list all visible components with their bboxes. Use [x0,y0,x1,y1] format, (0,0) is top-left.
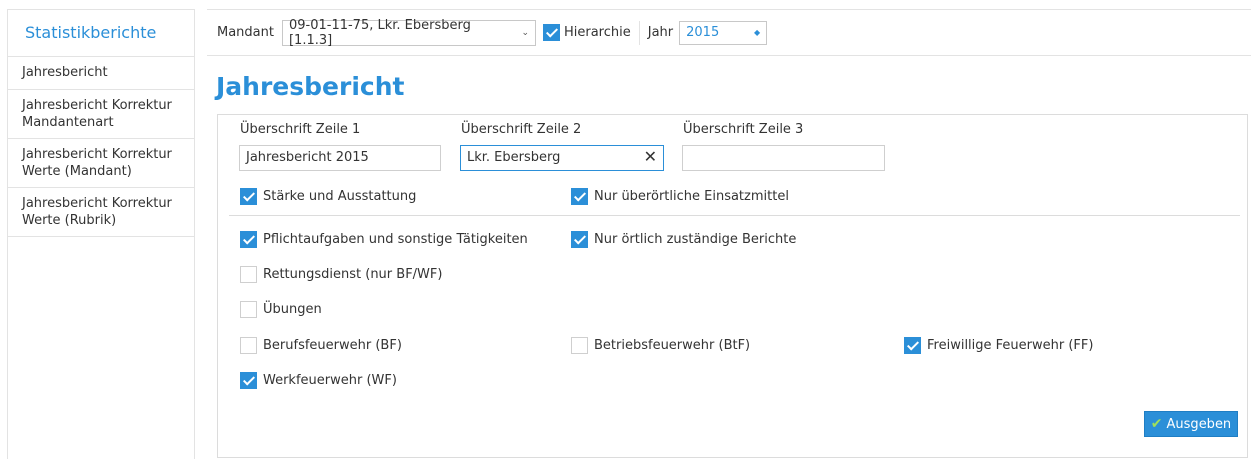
sidebar-title: Statistikberichte [8,10,194,57]
checkbox[interactable] [240,372,257,389]
jahr-select[interactable]: 2015 ◆ [679,20,768,45]
chevron-down-icon: ⌄ [521,27,529,38]
checkbox[interactable] [240,337,257,354]
page-title: Jahresbericht [216,72,405,101]
headline2-input[interactable]: Lkr. Ebersberg ✕ [460,145,664,171]
check-label: Stärke und Ausstattung [263,189,417,204]
check-label: Freiwillige Feuerwehr (FF) [927,338,1094,353]
headline2-label: Überschrift Zeile 2 [461,122,582,137]
jahr-label: Jahr [647,25,674,40]
check-label: Pflichtaufgaben und sonstige Tätigkeiten [263,232,528,247]
jahr-value: 2015 [686,25,720,40]
check-oertlich[interactable]: Nur örtlich zuständige Berichte [571,231,796,248]
check-label: Übungen [263,302,322,317]
check-label: Betriebsfeuerwehr (BtF) [594,338,751,353]
checkbox[interactable] [571,188,588,205]
checkbox[interactable] [240,301,257,318]
checkmark-icon: ✔ [1150,416,1163,432]
headline1-label: Überschrift Zeile 1 [240,122,361,137]
ausgeben-label: Ausgeben [1166,416,1232,432]
sidebar: Statistikberichte Jahresbericht Jahresbe… [7,9,195,459]
toolbar: Mandant 09-01-11-75, Lkr. Ebersberg [1.1… [207,9,1251,56]
sidebar-item-korrektur-mandantenart[interactable]: Jahresbericht Korrektur Mandantenart [8,90,194,139]
clear-icon[interactable]: ✕ [644,145,657,169]
report-form-panel: Überschrift Zeile 1 Jahresbericht 2015 Ü… [217,114,1248,458]
check-wf[interactable]: Werkfeuerwehr (WF) [240,372,397,389]
headline1-input[interactable]: Jahresbericht 2015 [239,145,441,171]
check-btf[interactable]: Betriebsfeuerwehr (BtF) [571,337,750,354]
mandant-value: 09-01-11-75, Lkr. Ebersberg [1.1.3] [288,17,471,48]
check-label: Werkfeuerwehr (WF) [263,373,397,388]
check-label: Nur überörtliche Einsatzmittel [594,189,789,204]
divider [229,215,1240,216]
check-pflicht[interactable]: Pflichtaufgaben und sonstige Tätigkeiten [240,231,528,248]
headline2-value: Lkr. Ebersberg [467,150,561,165]
mandant-select[interactable]: 09-01-11-75, Lkr. Ebersberg [1.1.3] ⌄ [281,17,536,48]
headline3-input[interactable] [682,145,885,171]
check-bf[interactable]: Berufsfeuerwehr (BF) [240,337,402,354]
checkbox[interactable] [904,337,921,354]
checkbox[interactable] [240,188,257,205]
checkbox[interactable] [240,266,257,283]
sidebar-item-jahresbericht[interactable]: Jahresbericht [8,57,194,90]
updown-arrows-icon: ◆ [753,28,761,37]
check-staerke[interactable]: Stärke und Ausstattung [240,188,416,205]
check-ueberoertlich[interactable]: Nur überörtliche Einsatzmittel [571,188,789,205]
headline3-label: Überschrift Zeile 3 [683,122,804,137]
check-rettung[interactable]: Rettungsdienst (nur BF/WF) [240,266,442,283]
checkbox[interactable] [240,231,257,248]
check-label: Berufsfeuerwehr (BF) [263,338,402,353]
check-label: Rettungsdienst (nur BF/WF) [263,267,443,282]
check-uebungen[interactable]: Übungen [240,301,322,318]
ausgeben-button[interactable]: ✔ Ausgeben [1144,411,1238,437]
check-ff[interactable]: Freiwillige Feuerwehr (FF) [904,337,1093,354]
hierarchie-label: Hierarchie [563,25,631,40]
sidebar-item-korrektur-werte-rubrik[interactable]: Jahresbericht Korrektur Werte (Rubrik) [8,188,194,237]
hierarchie-checkbox[interactable] [542,24,560,41]
sidebar-item-korrektur-werte-mandant[interactable]: Jahresbericht Korrektur Werte (Mandant) [8,139,194,188]
mandant-label: Mandant [217,25,274,40]
checkbox[interactable] [571,337,588,354]
checkbox[interactable] [571,231,588,248]
toolbar-divider [638,20,640,45]
check-label: Nur örtlich zuständige Berichte [594,232,797,247]
